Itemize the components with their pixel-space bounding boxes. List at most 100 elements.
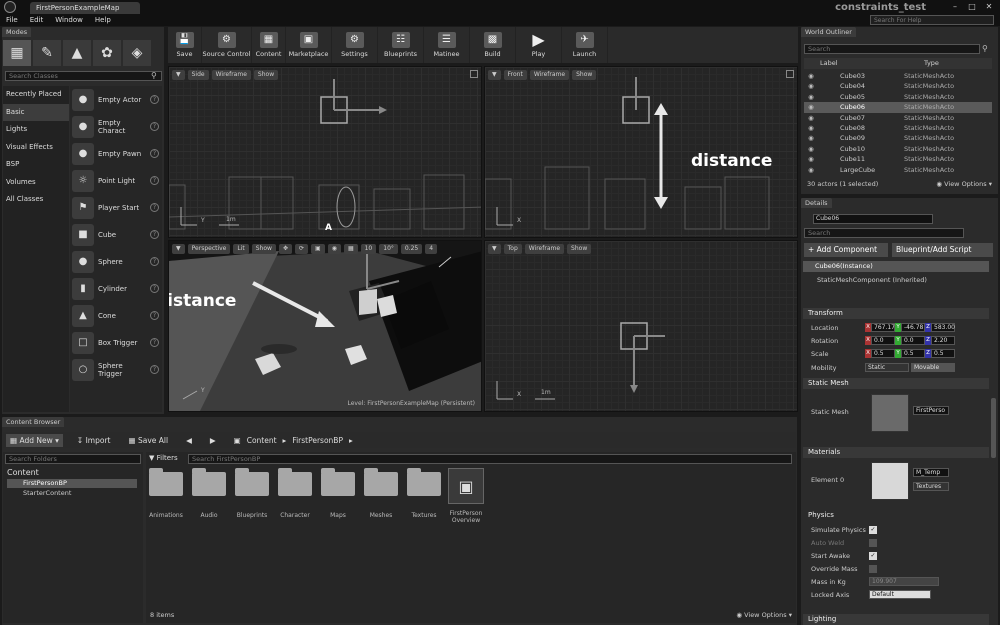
help-icon[interactable]: ?: [150, 149, 159, 158]
launch-button[interactable]: ✈ Launch: [562, 27, 608, 63]
list-item[interactable]: ▲ Cone?: [70, 302, 162, 329]
details-scrollbar[interactable]: [991, 398, 996, 458]
side-mode-button[interactable]: Side: [187, 70, 209, 80]
help-icon[interactable]: ?: [150, 95, 159, 104]
simulate-physics-checkbox[interactable]: ✓: [869, 525, 877, 534]
search-folders-input[interactable]: Search Folders: [5, 454, 141, 464]
add-new-button[interactable]: ▦ Add New ▾: [6, 433, 63, 447]
override-mass-checkbox[interactable]: [869, 564, 877, 573]
table-row[interactable]: ◉ Cube03 StaticMeshActo: [804, 71, 992, 81]
top-mode-button[interactable]: Top: [503, 244, 522, 254]
asset-folder[interactable]: Textures: [404, 468, 444, 519]
content-button[interactable]: ▦ Content: [252, 27, 286, 63]
add-component-button[interactable]: + Add Component: [804, 243, 888, 257]
tree-item-firstpersonbp[interactable]: FirstPersonBP: [7, 479, 137, 488]
geometry-mode-icon[interactable]: ◈: [123, 40, 151, 66]
mobility-static-button[interactable]: Static: [865, 363, 909, 372]
list-item[interactable]: ⚑ Player Start?: [70, 194, 162, 221]
scale-icon[interactable]: ▣: [311, 244, 325, 254]
rotation-x-field[interactable]: 0.0: [871, 336, 895, 345]
outliner-view-options[interactable]: ◉ View Options ▾: [936, 180, 992, 188]
materials-section-header[interactable]: Materials: [803, 447, 989, 458]
camera-speed-value[interactable]: 4: [425, 244, 438, 254]
menu-edit[interactable]: Edit: [30, 14, 44, 26]
location-z-field[interactable]: 583.00: [931, 323, 955, 332]
grid-snap-icon[interactable]: ▦: [343, 244, 358, 254]
table-row-selected[interactable]: ◉ Cube06 StaticMeshActo: [804, 102, 992, 113]
list-item[interactable]: ● Empty Pawn?: [70, 140, 162, 167]
perspective-show-button[interactable]: Show: [251, 244, 276, 254]
category-volumes[interactable]: Volumes: [3, 174, 69, 192]
location-label[interactable]: Location: [803, 324, 865, 332]
help-icon[interactable]: ?: [150, 176, 159, 185]
tree-item-startercontent[interactable]: StarterContent: [7, 489, 71, 497]
table-row[interactable]: ◉ Cube04 StaticMeshActo: [804, 81, 992, 91]
help-icon[interactable]: ?: [150, 230, 159, 239]
foliage-mode-icon[interactable]: ✿: [93, 40, 121, 66]
front-mode-button[interactable]: Front: [503, 70, 527, 80]
menu-window[interactable]: Window: [55, 14, 83, 26]
static-mesh-thumbnail[interactable]: [871, 394, 909, 432]
viewport-menu-button[interactable]: ▼: [488, 244, 501, 254]
blueprints-button[interactable]: ☷ Blueprints: [378, 27, 424, 63]
scale-snap-value[interactable]: 0.25: [400, 244, 423, 254]
static-mesh-section-header[interactable]: Static Mesh: [803, 378, 989, 389]
viewport-menu-button[interactable]: ▼: [172, 70, 185, 80]
eye-icon[interactable]: ◉: [804, 165, 818, 175]
asset-search-input[interactable]: Search FirstPersonBP: [188, 454, 792, 464]
details-tab[interactable]: Details: [801, 198, 832, 208]
asset-folder[interactable]: Blueprints: [232, 468, 272, 519]
list-item[interactable]: ● Sphere?: [70, 248, 162, 275]
back-button[interactable]: ◀: [182, 434, 196, 447]
actor-name-field[interactable]: Cube06: [813, 214, 933, 224]
filters-button[interactable]: ▼ Filters: [149, 454, 178, 462]
top-show-button[interactable]: Show: [567, 244, 592, 254]
paint-mode-icon[interactable]: ✎: [33, 40, 61, 66]
place-mode-icon[interactable]: ▦: [3, 40, 31, 66]
landscape-mode-icon[interactable]: ▲: [63, 40, 91, 66]
eye-icon[interactable]: ◉: [804, 144, 818, 154]
help-icon[interactable]: ?: [150, 284, 159, 293]
translate-icon[interactable]: ✥: [278, 244, 292, 254]
top-wireframe-button[interactable]: Wireframe: [524, 244, 565, 254]
category-all-classes[interactable]: All Classes: [3, 191, 69, 209]
perspective-mode-button[interactable]: Perspective: [187, 244, 231, 254]
menu-help[interactable]: Help: [95, 14, 111, 26]
locked-axis-dropdown[interactable]: Default: [869, 590, 931, 599]
source-control-button[interactable]: ⚙ Source Control: [202, 27, 252, 63]
type-column-header[interactable]: Type: [924, 58, 939, 69]
blueprint-add-script-button[interactable]: Blueprint/Add Script: [892, 243, 993, 257]
asset-folder[interactable]: Animations: [146, 468, 186, 519]
category-basic[interactable]: Basic: [3, 103, 69, 121]
scale-label[interactable]: Scale: [803, 350, 865, 358]
table-row[interactable]: ◉ Cube11 StaticMeshActo: [804, 154, 992, 164]
search-help-input[interactable]: Search For Help: [870, 15, 994, 25]
modes-tab[interactable]: Modes: [2, 27, 32, 37]
category-bsp[interactable]: BSP: [3, 156, 69, 174]
save-all-button[interactable]: ▦ Save All: [124, 434, 172, 447]
tree-root-content[interactable]: Content: [7, 468, 39, 477]
save-button[interactable]: 💾 Save: [168, 27, 202, 63]
list-item[interactable]: ■ Cube?: [70, 221, 162, 248]
scale-z-field[interactable]: 0.5: [931, 349, 955, 358]
outliner-search-input[interactable]: Search: [804, 44, 980, 54]
lit-button[interactable]: Lit: [233, 244, 249, 254]
list-item[interactable]: ▮ Cylinder?: [70, 275, 162, 302]
lighting-section-header[interactable]: Lighting: [803, 614, 989, 625]
list-item[interactable]: □ Box Trigger?: [70, 329, 162, 356]
static-mesh-dropdown[interactable]: FirstPerso: [913, 406, 949, 415]
transform-section-header[interactable]: Transform: [803, 308, 989, 319]
help-icon[interactable]: ?: [150, 365, 159, 374]
front-wireframe-button[interactable]: Wireframe: [529, 70, 570, 80]
asset-folder[interactable]: Character: [275, 468, 315, 519]
mass-field[interactable]: 109.907: [869, 577, 939, 586]
component-instance-row[interactable]: Cube06(Instance): [803, 261, 989, 272]
front-show-button[interactable]: Show: [572, 70, 597, 80]
eye-icon[interactable]: ◉: [804, 102, 818, 112]
maximize-viewport-icon[interactable]: [786, 70, 794, 78]
list-item[interactable]: ○ Sphere Trigger?: [70, 356, 162, 383]
table-row[interactable]: ◉ Cube05 StaticMeshActo: [804, 92, 992, 102]
side-wireframe-button[interactable]: Wireframe: [211, 70, 251, 80]
list-item[interactable]: ● Empty Actor?: [70, 86, 162, 113]
textures-dropdown[interactable]: Textures: [913, 482, 949, 491]
